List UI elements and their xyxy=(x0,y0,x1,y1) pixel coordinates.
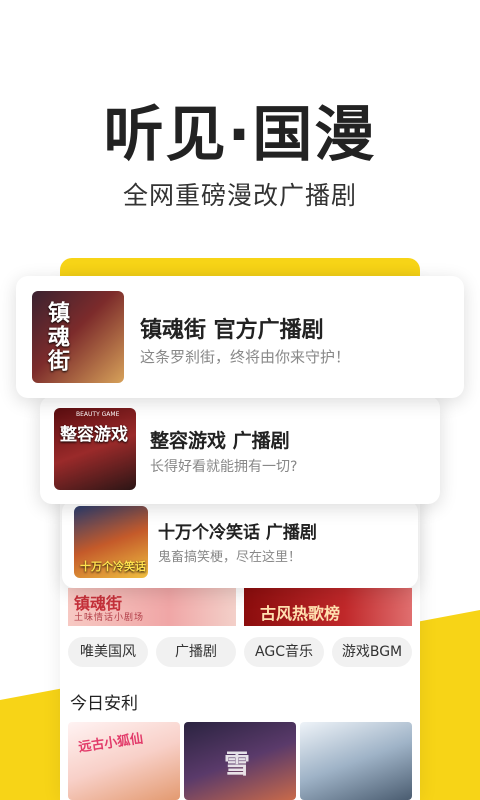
today-thumb-3[interactable] xyxy=(300,722,412,800)
banner-gufeng-regebang[interactable]: 古风热歌榜 xyxy=(244,588,412,626)
hero-subtitle: 全网重磅漫改广播剧 xyxy=(122,181,357,210)
featured-card-shiwangelengxiaohua[interactable]: 十万个冷笑话 十万个冷笑话 广播剧 鬼畜搞笑梗，尽在这里！ xyxy=(62,500,418,588)
tag-guangboju[interactable]: 广播剧 xyxy=(156,637,236,667)
banner-subtitle: 土味情话小剧场 xyxy=(74,613,145,623)
thumb-title: 雪 xyxy=(224,750,251,780)
card-title: 整容游戏 广播剧 xyxy=(150,430,290,452)
thumb-title: 远古小狐仙 xyxy=(77,731,145,756)
hero-title-highlight: 国漫 xyxy=(248,86,381,173)
hero-title: 听见·国漫 xyxy=(0,86,480,173)
cover-subtitle: BEAUTY GAME xyxy=(76,411,120,418)
tag-agc-music[interactable]: AGC音乐 xyxy=(244,637,324,667)
cover-title: 十万个冷笑话 xyxy=(80,560,146,573)
featured-card-zhengrongyouxi[interactable]: BEAUTY GAME 整容游戏 整容游戏 广播剧 长得好看就能拥有一切? xyxy=(40,396,440,504)
cover-zhenhunjie: 镇魂街 xyxy=(32,291,124,383)
hero-title-part1: 听见· xyxy=(103,100,253,170)
cover-zhengrongyouxi: BEAUTY GAME 整容游戏 xyxy=(54,408,136,490)
section-title-today: 今日安利 xyxy=(70,694,138,714)
cover-title: 整容游戏 xyxy=(60,425,128,445)
cover-title: 镇魂街 xyxy=(44,301,69,373)
banner-title: 古风热歌榜 xyxy=(260,604,341,623)
tag-game-bgm[interactable]: 游戏BGM xyxy=(332,637,412,667)
featured-card-zhenhunjie[interactable]: 镇魂街 镇魂街 官方广播剧 这条罗刹街，终将由你来守护！ xyxy=(16,276,464,398)
card-title: 镇魂街 官方广播剧 xyxy=(140,318,324,343)
cover-shiwangelengxiaohua: 十万个冷笑话 xyxy=(74,506,148,578)
tag-weimei-guofeng[interactable]: 唯美国风 xyxy=(68,637,148,667)
card-description: 鬼畜搞笑梗，尽在这里！ xyxy=(158,550,302,565)
banner-tuwei-qinghua[interactable]: 镇魂街 土味情话小剧场 xyxy=(68,588,236,626)
card-description: 长得好看就能拥有一切? xyxy=(150,459,298,475)
today-thumb-1[interactable]: 远古小狐仙 xyxy=(68,722,180,800)
card-description: 这条罗刹街，终将由你来守护！ xyxy=(140,348,351,366)
promo-screen: 听见·国漫 全网重磅漫改广播剧 镇魂街 镇魂街 官方广播剧 这条罗刹街，终将由你… xyxy=(0,0,480,800)
card-title: 十万个冷笑话 广播剧 xyxy=(158,523,317,543)
today-thumb-2[interactable]: 雪 xyxy=(184,722,296,800)
